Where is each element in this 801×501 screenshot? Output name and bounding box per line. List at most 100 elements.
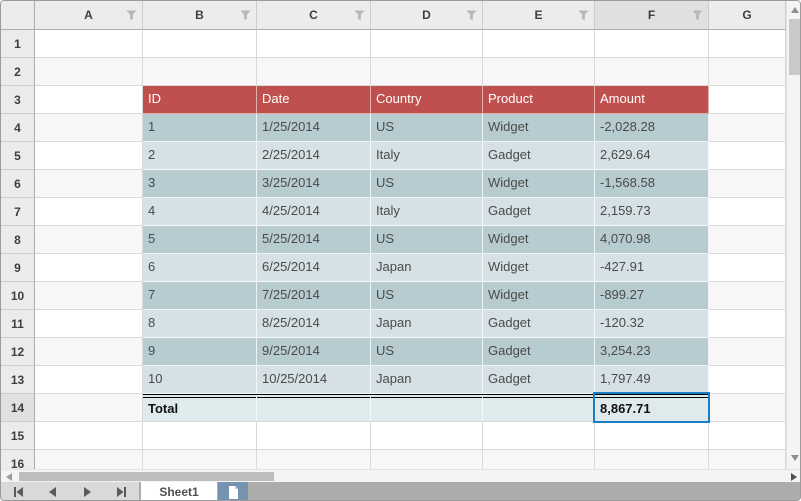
cell-A2[interactable] (35, 58, 143, 86)
cell-D1[interactable] (371, 30, 483, 58)
cell-D9[interactable]: Japan (371, 254, 483, 282)
cell-G15[interactable] (709, 422, 786, 450)
cell-B7[interactable]: 4 (143, 198, 257, 226)
cell-A8[interactable] (35, 226, 143, 254)
cell-G6[interactable] (709, 170, 786, 198)
cell-E11[interactable]: Gadget (483, 310, 595, 338)
select-all-corner[interactable] (1, 1, 35, 30)
row-header-5[interactable]: 5 (1, 142, 35, 170)
cell-B8[interactable]: 5 (143, 226, 257, 254)
scroll-left-icon[interactable] (6, 473, 12, 481)
cell-E4[interactable]: Widget (483, 114, 595, 142)
column-header-b[interactable]: B (143, 1, 257, 30)
cell-C4[interactable]: 1/25/2014 (257, 114, 371, 142)
cell-B1[interactable] (143, 30, 257, 58)
cell-E10[interactable]: Widget (483, 282, 595, 310)
cell-D6[interactable]: US (371, 170, 483, 198)
cell-G11[interactable] (709, 310, 786, 338)
cell-C13[interactable]: 10/25/2014 (257, 366, 371, 394)
cell-F5[interactable]: 2,629.64 (595, 142, 709, 170)
scroll-right-icon[interactable] (791, 473, 797, 481)
row-header-7[interactable]: 7 (1, 198, 35, 226)
cell-A7[interactable] (35, 198, 143, 226)
row-header-16[interactable]: 16 (1, 450, 35, 469)
cell-D3[interactable]: Country (371, 86, 483, 114)
cell-G7[interactable] (709, 198, 786, 226)
cell-A15[interactable] (35, 422, 143, 450)
col-a-filter-icon[interactable] (126, 10, 137, 20)
cell-G10[interactable] (709, 282, 786, 310)
cell-D4[interactable]: US (371, 114, 483, 142)
cell-G12[interactable] (709, 338, 786, 366)
cell-B12[interactable]: 9 (143, 338, 257, 366)
cell-F6[interactable]: -1,568.58 (595, 170, 709, 198)
add-sheet-button[interactable] (218, 482, 248, 501)
cell-F16[interactable] (595, 450, 709, 469)
cell-G13[interactable] (709, 366, 786, 394)
cell-G4[interactable] (709, 114, 786, 142)
column-header-f[interactable]: F (595, 1, 709, 30)
cell-A13[interactable] (35, 366, 143, 394)
col-d-filter-icon[interactable] (466, 10, 477, 20)
cell-D10[interactable]: US (371, 282, 483, 310)
cell-F11[interactable]: -120.32 (595, 310, 709, 338)
col-f-filter-icon[interactable] (692, 10, 703, 20)
column-header-c[interactable]: C (257, 1, 371, 30)
horizontal-scrollbar[interactable] (1, 469, 801, 482)
cell-G8[interactable] (709, 226, 786, 254)
cell-C7[interactable]: 4/25/2014 (257, 198, 371, 226)
cell-B3[interactable]: ID (143, 86, 257, 114)
cell-A1[interactable] (35, 30, 143, 58)
vertical-scrollbar[interactable] (786, 1, 801, 469)
row-header-1[interactable]: 1 (1, 30, 35, 58)
cell-C2[interactable] (257, 58, 371, 86)
cell-C3[interactable]: Date (257, 86, 371, 114)
cell-B9[interactable]: 6 (143, 254, 257, 282)
cell-F8[interactable]: 4,070.98 (595, 226, 709, 254)
cell-A3[interactable] (35, 86, 143, 114)
cell-F3[interactable]: Amount (595, 86, 709, 114)
cell-B2[interactable] (143, 58, 257, 86)
cell-E1[interactable] (483, 30, 595, 58)
scroll-down-icon[interactable] (791, 455, 799, 461)
cell-F2[interactable] (595, 58, 709, 86)
row-header-8[interactable]: 8 (1, 226, 35, 254)
cell-C5[interactable]: 2/25/2014 (257, 142, 371, 170)
cell-D14[interactable] (371, 394, 483, 422)
row-header-13[interactable]: 13 (1, 366, 35, 394)
cell-A9[interactable] (35, 254, 143, 282)
cell-B13[interactable]: 10 (143, 366, 257, 394)
cell-D13[interactable]: Japan (371, 366, 483, 394)
cell-D2[interactable] (371, 58, 483, 86)
cell-E12[interactable]: Gadget (483, 338, 595, 366)
horizontal-scroll-thumb[interactable] (19, 472, 274, 481)
cell-F9[interactable]: -427.91 (595, 254, 709, 282)
cell-D15[interactable] (371, 422, 483, 450)
cell-A4[interactable] (35, 114, 143, 142)
cell-F4[interactable]: -2,028.28 (595, 114, 709, 142)
first-sheet-icon[interactable] (11, 485, 25, 499)
sheet-tab-sheet1[interactable]: Sheet1 (141, 482, 217, 501)
cell-E3[interactable]: Product (483, 86, 595, 114)
cell-F12[interactable]: 3,254.23 (595, 338, 709, 366)
cell-B11[interactable]: 8 (143, 310, 257, 338)
cell-A16[interactable] (35, 450, 143, 469)
cell-E15[interactable] (483, 422, 595, 450)
cell-C16[interactable] (257, 450, 371, 469)
cell-G3[interactable] (709, 86, 786, 114)
column-header-e[interactable]: E (483, 1, 595, 30)
cell-A11[interactable] (35, 310, 143, 338)
column-header-a[interactable]: A (35, 1, 143, 30)
col-e-filter-icon[interactable] (578, 10, 589, 20)
cell-E16[interactable] (483, 450, 595, 469)
cell-G14[interactable] (709, 394, 786, 422)
row-header-10[interactable]: 10 (1, 282, 35, 310)
cell-B15[interactable] (143, 422, 257, 450)
cell-F15[interactable] (595, 422, 709, 450)
cell-C6[interactable]: 3/25/2014 (257, 170, 371, 198)
row-header-3[interactable]: 3 (1, 86, 35, 114)
last-sheet-icon[interactable] (115, 485, 129, 499)
cell-E8[interactable]: Widget (483, 226, 595, 254)
cell-C9[interactable]: 6/25/2014 (257, 254, 371, 282)
cell-A12[interactable] (35, 338, 143, 366)
